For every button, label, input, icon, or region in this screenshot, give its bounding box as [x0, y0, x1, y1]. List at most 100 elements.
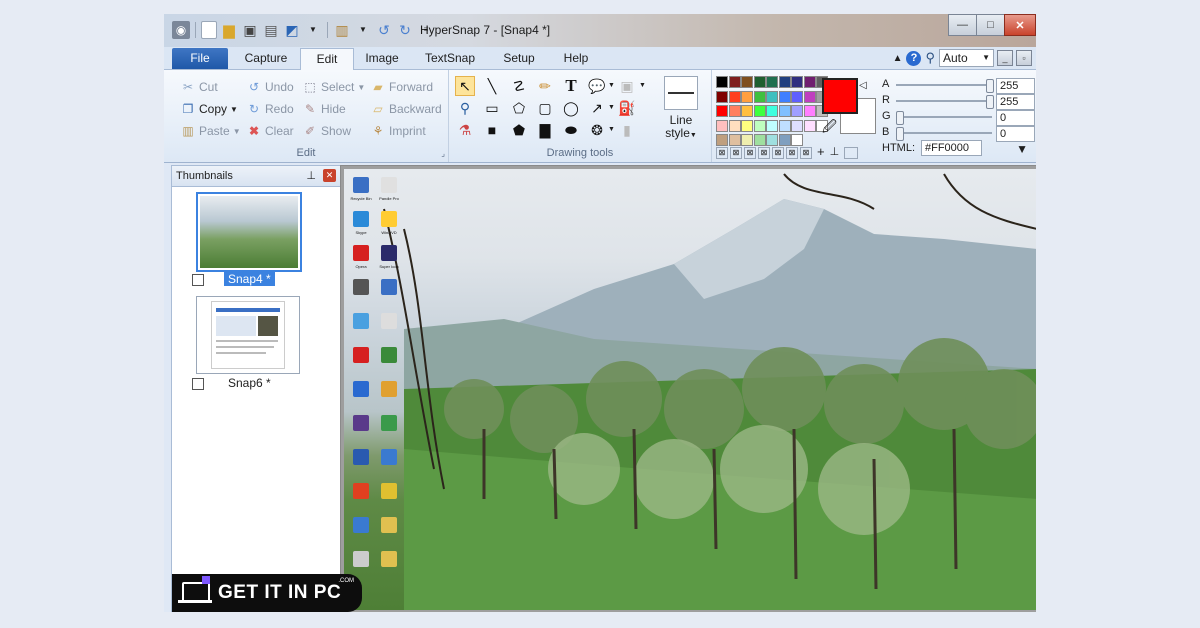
palette-swatch[interactable]	[716, 76, 728, 88]
eyedropper-icon[interactable]: 🖉	[822, 116, 837, 140]
primary-color-swatch[interactable]	[822, 78, 858, 114]
palette-cell-icon[interactable]: ⊠	[716, 147, 728, 159]
thumbnail-label[interactable]: Snap4 *	[224, 272, 275, 286]
rectangle-tool[interactable]: ▭	[482, 98, 502, 118]
channel-slider-knob[interactable]	[986, 79, 994, 93]
palette-cell-icon[interactable]: ⊠	[758, 147, 770, 159]
tab-edit[interactable]: Edit	[300, 48, 354, 70]
channel-slider-knob[interactable]	[986, 95, 994, 109]
minimize-ribbon-icon[interactable]: ▲	[893, 53, 903, 64]
channel-slider-track[interactable]	[896, 100, 992, 102]
channel-slider-track[interactable]	[896, 116, 992, 118]
callout-tool[interactable]: 💬	[587, 76, 607, 96]
redo-button[interactable]: ↻ Redo	[246, 101, 294, 117]
palette-swatch[interactable]	[753, 76, 766, 88]
palette-swatch[interactable]	[716, 90, 728, 103]
palette-swatch[interactable]	[791, 76, 803, 88]
palette-cell-icon[interactable]: ⊠	[800, 147, 812, 159]
image-canvas[interactable]: Recycle Bin Pandle Pro Skype WinDVD Opera Sup…	[340, 165, 1036, 612]
tab-help[interactable]: Help	[552, 48, 600, 69]
palette-cell-icon[interactable]: ⊠	[786, 147, 798, 159]
palette-swatch[interactable]	[766, 76, 778, 88]
thumbnail-item[interactable]	[196, 296, 300, 374]
palette-swatch[interactable]	[753, 105, 766, 117]
stamp-tool[interactable]: ▣	[617, 76, 637, 96]
tab-textsnap[interactable]: TextSnap	[414, 48, 486, 69]
palette-swatch[interactable]	[778, 119, 791, 132]
palette-swatch[interactable]	[741, 105, 753, 117]
print-icon[interactable]: ▤	[262, 21, 280, 39]
filled-rectangle-tool[interactable]: ■	[482, 120, 502, 140]
fill-bucket-tool[interactable]: ⛽	[617, 98, 637, 118]
thumbnail-label[interactable]: Snap6 *	[228, 376, 271, 390]
channel-slider-track[interactable]	[896, 132, 992, 134]
palette-swatch[interactable]	[728, 76, 741, 88]
palette-swatch[interactable]	[741, 90, 753, 103]
cut-button[interactable]: ✂ Cut	[180, 79, 218, 95]
palette-swatch[interactable]	[728, 119, 741, 132]
palette-swatch[interactable]	[753, 134, 766, 146]
tab-file[interactable]: File	[172, 48, 228, 69]
palette-swatch[interactable]	[766, 134, 778, 146]
palette-swatch[interactable]	[803, 90, 816, 103]
polygon-tool[interactable]: ⬠	[509, 98, 529, 118]
line-tool[interactable]: ╲	[482, 76, 502, 96]
chevron-down-icon[interactable]: ▼	[608, 82, 615, 89]
maximize-button[interactable]: □	[976, 14, 1005, 36]
palette-swatch[interactable]	[716, 119, 728, 132]
hide-button[interactable]: ✎ Hide	[302, 101, 346, 117]
channel-value-input[interactable]: 0	[996, 126, 1035, 142]
palette-cell-icon[interactable]: ⊠	[730, 147, 742, 159]
thumbnail-checkbox[interactable]	[192, 378, 204, 390]
channel-slider-knob[interactable]	[896, 111, 904, 125]
channel-slider-knob[interactable]	[896, 127, 904, 141]
new-file-icon[interactable]	[201, 21, 217, 39]
add-color-icon[interactable]: +	[817, 145, 825, 159]
polyline-tool[interactable]: ☡	[509, 76, 529, 96]
channel-slider-track[interactable]	[896, 84, 992, 86]
undo-icon[interactable]: ↺	[375, 21, 393, 39]
palette-swatch[interactable]	[766, 105, 778, 117]
ribbon-more-icon[interactable]: ▼	[1016, 142, 1028, 156]
filled-polygon-tool[interactable]: ⬟	[509, 120, 529, 140]
channel-value-input[interactable]: 255	[996, 78, 1035, 94]
channel-value-input[interactable]: 0	[996, 110, 1035, 126]
dropdown-icon[interactable]: ▼	[304, 21, 322, 39]
palette-swatch[interactable]	[778, 76, 791, 88]
channel-value-input[interactable]: 255	[996, 94, 1035, 110]
text-tool[interactable]: T	[561, 76, 581, 96]
palette-swatch[interactable]	[753, 119, 766, 132]
tab-image[interactable]: Image	[354, 48, 410, 69]
tab-capture[interactable]: Capture	[234, 48, 298, 69]
capture-region-icon[interactable]: ◩	[283, 21, 301, 39]
mdi-minimize-button[interactable]: _	[997, 50, 1013, 66]
copy-button[interactable]: ❐ Copy ▼	[180, 101, 238, 117]
palette-swatch[interactable]	[728, 134, 741, 146]
help-icon[interactable]: ?	[906, 50, 922, 66]
pencil-tool[interactable]: ✏	[535, 76, 555, 96]
undo-button[interactable]: ↺ Undo	[246, 79, 294, 95]
palette-swatch[interactable]	[728, 105, 741, 117]
thumbnail-item[interactable]	[196, 192, 302, 272]
filled-ellipse-tool[interactable]: ⬬	[561, 120, 581, 140]
highlight-tool[interactable]: ❂	[587, 120, 607, 140]
redo-icon[interactable]: ↻	[396, 21, 414, 39]
palette-swatch[interactable]	[753, 90, 766, 103]
zoom-select[interactable]: Auto ▼	[939, 49, 994, 67]
palette-cell-icon[interactable]: ⊠	[772, 147, 784, 159]
dropdown-icon[interactable]: ▼	[354, 21, 372, 39]
palette-swatch[interactable]	[803, 105, 816, 117]
paste-icon[interactable]: ▥	[333, 21, 351, 39]
color-picker-tool[interactable]: ⚗	[455, 120, 475, 140]
minimize-button[interactable]: —	[948, 14, 977, 36]
open-folder-icon[interactable]: ▆	[220, 21, 238, 39]
palette-swatch[interactable]	[778, 105, 791, 117]
palette-swatch[interactable]	[803, 76, 816, 88]
dialog-launcher-icon[interactable]: ⌟	[441, 149, 445, 158]
palette-swatch[interactable]	[741, 76, 753, 88]
palette-swatch[interactable]	[778, 90, 791, 103]
close-panel-icon[interactable]: ✕	[323, 169, 336, 182]
palette-swatch[interactable]	[791, 134, 803, 146]
chevron-down-icon[interactable]: ▼	[608, 126, 615, 133]
palette-swatch[interactable]	[741, 134, 753, 146]
